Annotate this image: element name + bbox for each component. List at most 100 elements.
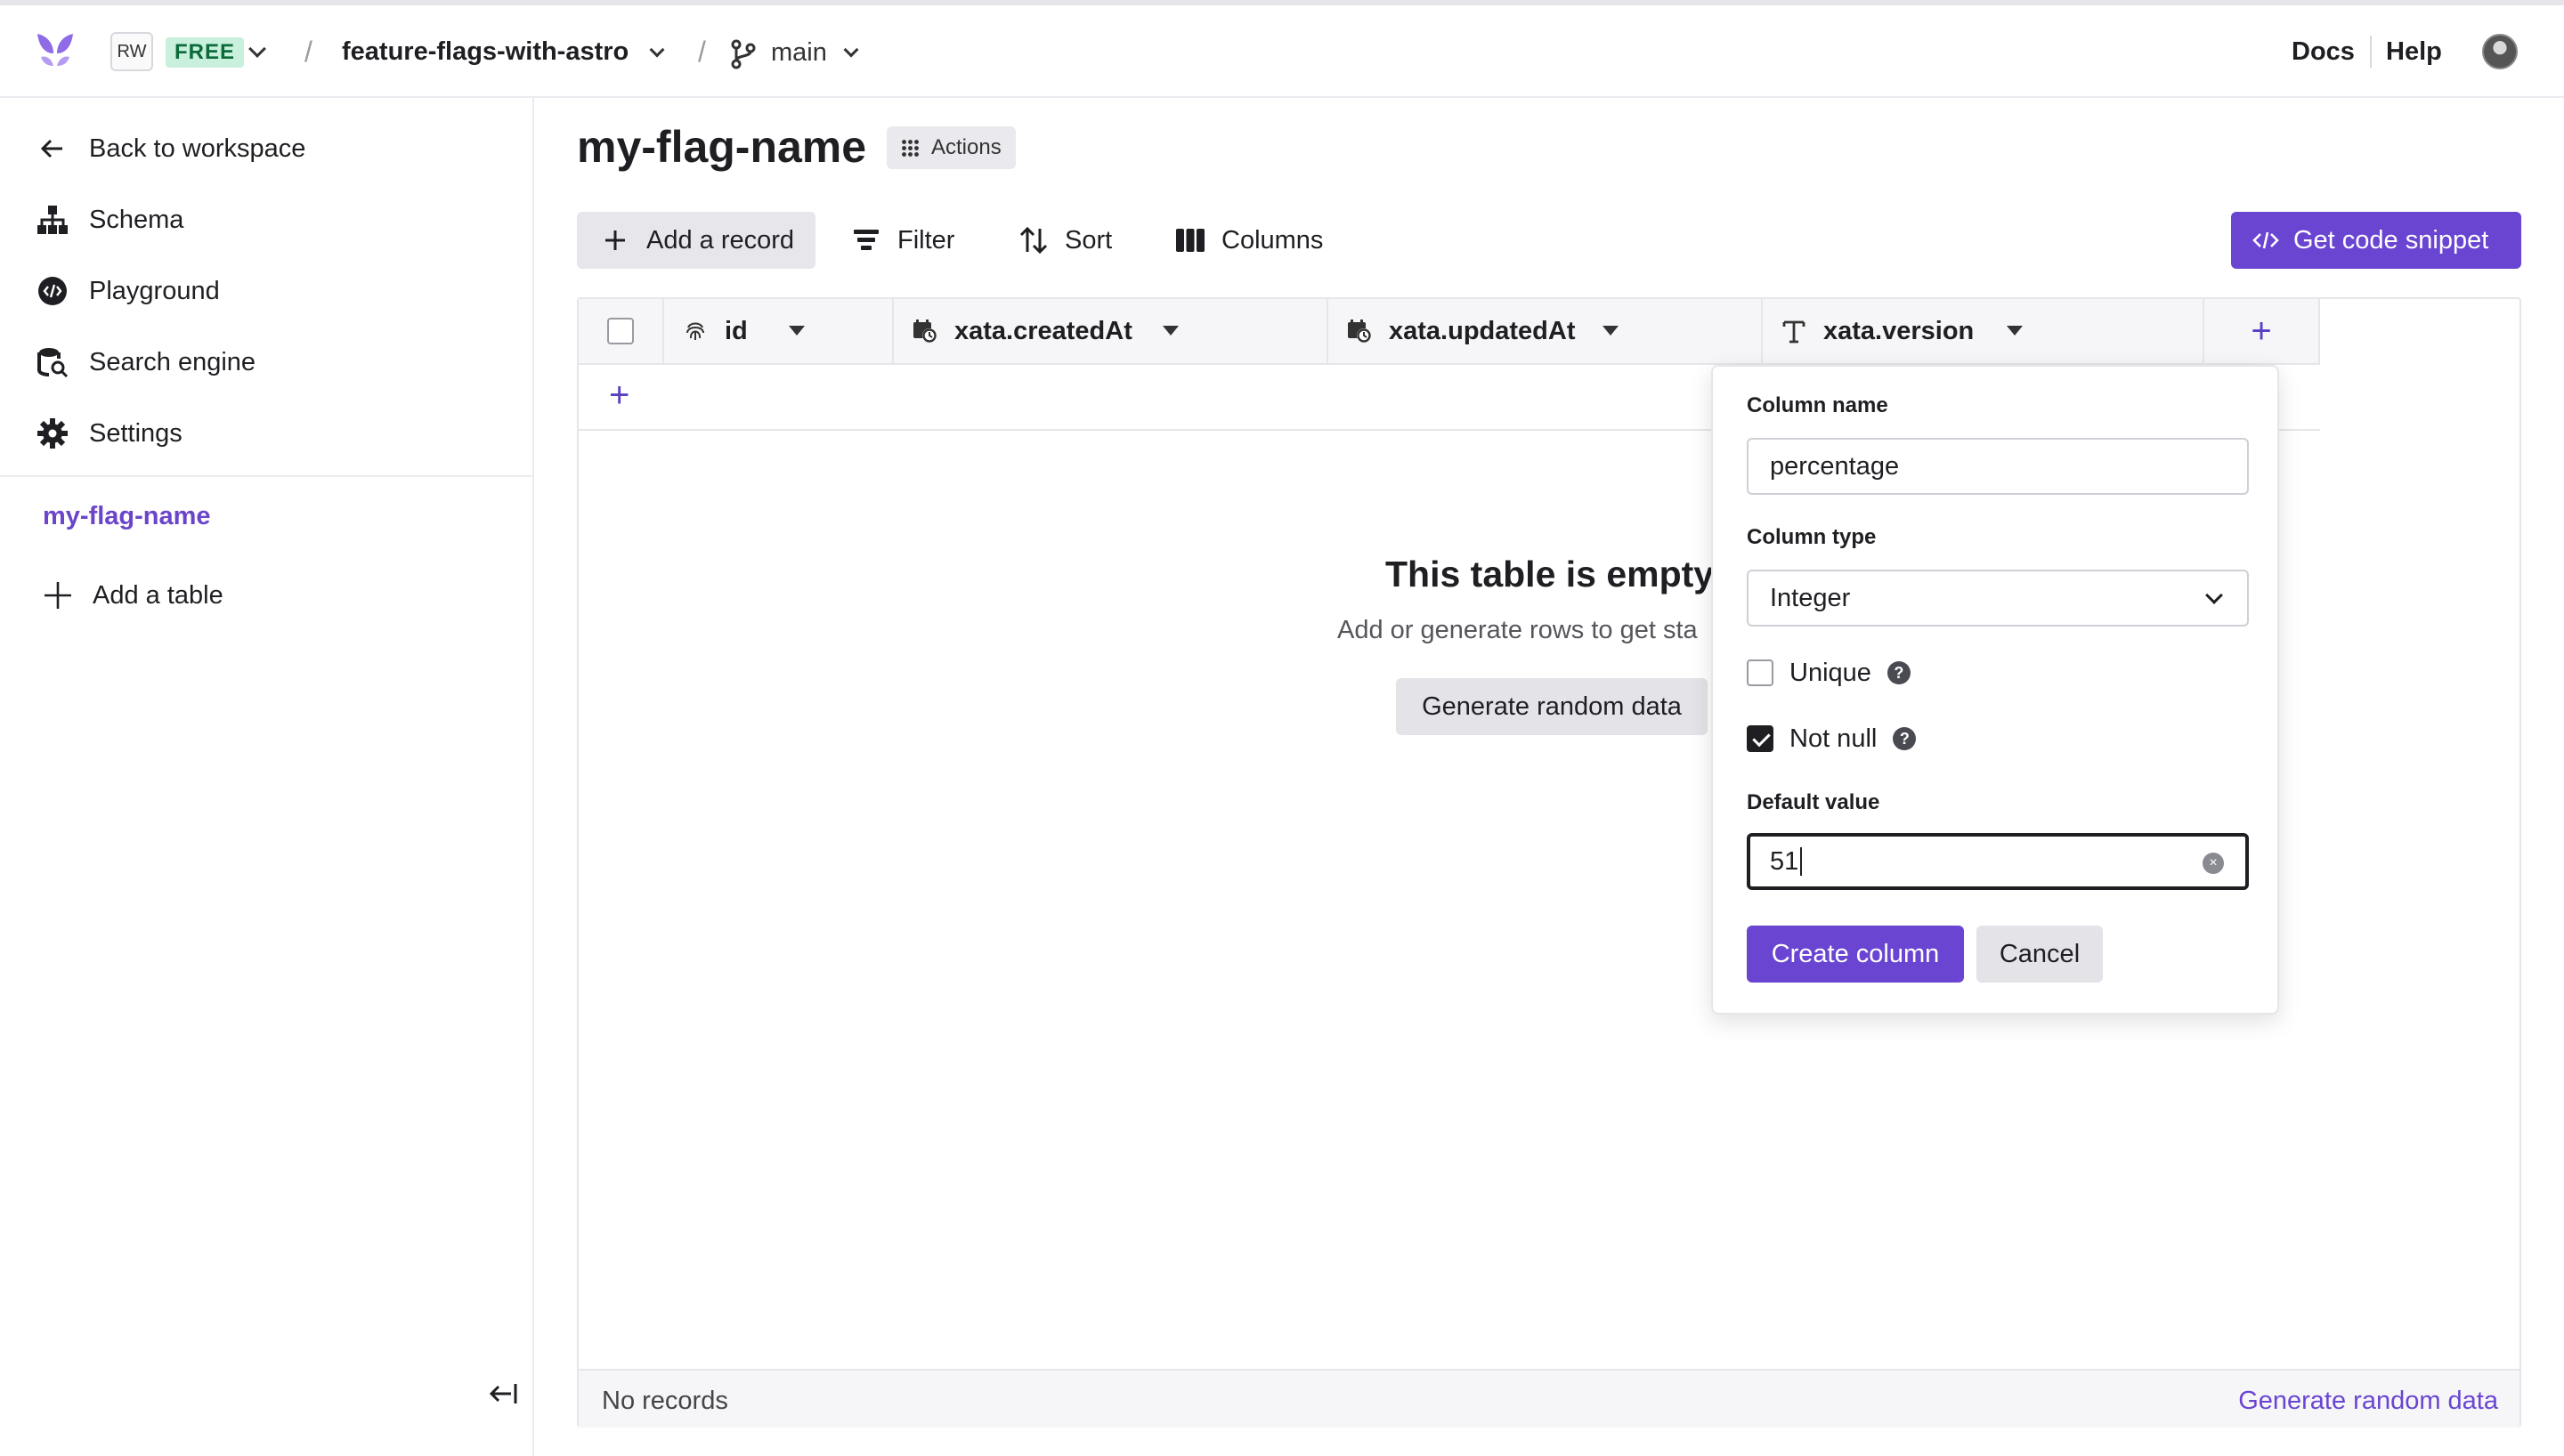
column-type-value: Integer — [1770, 583, 1851, 612]
breadcrumb-separator: / — [698, 36, 706, 68]
column-name: xata.createdAt — [954, 316, 1132, 345]
create-column-button[interactable]: Create column — [1747, 926, 1964, 983]
add-table-button[interactable]: Add a table — [43, 580, 223, 611]
plus-icon — [45, 582, 71, 609]
add-column-popover: Column name percentage Column type Integ… — [1711, 365, 2279, 1015]
cancel-button[interactable]: Cancel — [1976, 926, 2103, 983]
chevron-down-icon[interactable] — [248, 40, 266, 58]
select-all-cell — [579, 299, 664, 363]
table-footer: No records Generate random data — [579, 1369, 2519, 1428]
text-type-icon — [1781, 318, 1807, 344]
sidebar-item-label: Settings — [89, 418, 183, 448]
column-header-id[interactable]: id — [664, 299, 894, 363]
chevron-down-icon — [2205, 586, 2223, 604]
filter-icon — [851, 225, 881, 255]
unique-label: Unique — [1789, 658, 1871, 687]
help-icon[interactable]: ? — [1886, 661, 1911, 684]
caret-down-icon[interactable] — [2007, 326, 2023, 336]
xata-logo-icon[interactable] — [34, 30, 77, 69]
caret-down-icon[interactable] — [1163, 326, 1179, 336]
grid-icon — [901, 139, 919, 157]
chevron-down-icon[interactable] — [649, 42, 665, 58]
select-all-checkbox[interactable] — [607, 318, 634, 344]
arrow-left-icon — [36, 132, 69, 166]
not-null-label: Not null — [1789, 724, 1878, 753]
not-null-checkbox[interactable] — [1747, 725, 1773, 752]
sidebar-item-settings[interactable]: Settings — [36, 411, 183, 456]
header-divider — [2370, 36, 2372, 68]
record-count: No records — [602, 1387, 728, 1415]
column-header-updated-at[interactable]: xata.updatedAt — [1328, 299, 1763, 363]
column-name-input[interactable]: percentage — [1747, 438, 2249, 495]
workspace-badge[interactable]: RW — [110, 32, 153, 71]
column-type-select[interactable]: Integer — [1747, 570, 2249, 627]
column-name-value: percentage — [1770, 451, 1900, 481]
sort-icon — [1018, 225, 1049, 255]
unique-option[interactable]: Unique ? — [1747, 655, 1911, 691]
help-link[interactable]: Help — [2386, 37, 2442, 67]
get-code-snippet-button[interactable]: Get code snippet — [2231, 212, 2521, 269]
code-icon — [2252, 230, 2279, 251]
sidebar-divider — [0, 475, 534, 477]
sidebar-item-label: Schema — [89, 205, 184, 234]
database-selector[interactable]: feature-flags-with-astro — [342, 37, 629, 67]
add-column-icon[interactable]: + — [2251, 313, 2271, 349]
columns-label: Columns — [1221, 225, 1324, 255]
chevron-down-icon[interactable] — [843, 42, 859, 58]
avatar[interactable] — [2482, 34, 2518, 69]
sidebar-item-label: Playground — [89, 276, 220, 305]
unique-checkbox[interactable] — [1747, 659, 1773, 686]
schema-icon — [36, 203, 69, 237]
not-null-option[interactable]: Not null ? — [1747, 721, 1917, 756]
add-table-label: Add a table — [93, 580, 223, 610]
sidebar-item-back-to-workspace[interactable]: Back to workspace — [36, 126, 305, 171]
sidebar-table-my-flag-name[interactable]: my-flag-name — [43, 502, 211, 531]
generate-random-data-button[interactable]: Generate random data — [1396, 678, 1708, 735]
add-row-icon[interactable]: + — [609, 377, 629, 413]
actions-button[interactable]: Actions — [887, 126, 1016, 169]
filter-label: Filter — [897, 225, 955, 255]
sidebar-item-schema[interactable]: Schema — [36, 198, 183, 242]
column-name: xata.version — [1823, 316, 1975, 345]
sort-button[interactable]: Sort — [1018, 212, 1112, 269]
plus-icon — [600, 225, 630, 255]
docs-link[interactable]: Docs — [2292, 37, 2355, 67]
sidebar-item-search-engine[interactable]: Search engine — [36, 340, 256, 384]
caret-down-icon[interactable] — [1602, 326, 1619, 336]
page-title: my-flag-name — [577, 122, 867, 172]
column-header-version[interactable]: xata.version — [1763, 299, 2204, 363]
caret-down-icon[interactable] — [789, 326, 805, 336]
sidebar-item-label: Back to workspace — [89, 133, 306, 163]
columns-icon — [1175, 225, 1205, 255]
collapse-sidebar-icon[interactable] — [488, 1379, 518, 1414]
top-header: RW FREE / feature-flags-with-astro / mai… — [0, 5, 2564, 98]
column-name: xata.updatedAt — [1389, 316, 1576, 345]
default-value-input[interactable]: 51 × — [1747, 833, 2249, 890]
breadcrumb-separator: / — [304, 36, 312, 68]
column-header-created-at[interactable]: xata.createdAt — [894, 299, 1328, 363]
empty-state-subtitle: Add or generate rows to get sta — [1337, 616, 1698, 644]
columns-button[interactable]: Columns — [1175, 212, 1323, 269]
clear-input-icon[interactable]: × — [2203, 853, 2224, 874]
add-record-button[interactable]: Add a record — [577, 212, 815, 269]
generate-random-data-link[interactable]: Generate random data — [2238, 1387, 2498, 1416]
sidebar-item-playground[interactable]: Playground — [36, 269, 220, 313]
calendar-clock-icon — [1346, 318, 1373, 344]
help-icon[interactable]: ? — [1893, 727, 1917, 750]
fingerprint-icon — [682, 318, 709, 344]
filter-button[interactable]: Filter — [851, 212, 954, 269]
branch-icon — [731, 39, 756, 69]
playground-icon — [36, 274, 69, 308]
sidebar: Back to workspace Schema Playground Sear… — [0, 98, 534, 1456]
branch-selector[interactable]: main — [771, 38, 827, 68]
default-value-label: Default value — [1747, 790, 1880, 814]
actions-label: Actions — [931, 135, 1002, 159]
default-value-text: 51 — [1770, 846, 1799, 876]
column-name: id — [725, 316, 748, 345]
text-cursor — [1800, 847, 1803, 876]
add-record-label: Add a record — [646, 225, 795, 255]
add-column-cell: + — [2204, 299, 2320, 363]
column-type-label: Column type — [1747, 525, 1877, 549]
calendar-clock-icon — [912, 318, 938, 344]
code-snippet-label: Get code snippet — [2293, 225, 2489, 255]
